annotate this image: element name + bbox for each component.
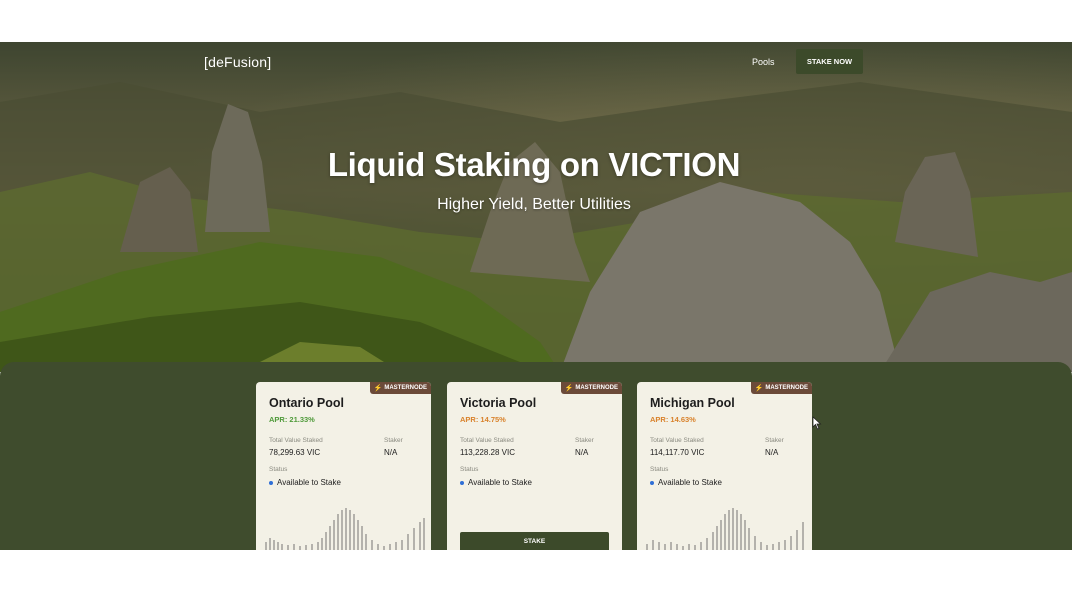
status-label: Status	[269, 466, 288, 473]
tvs-label: Total Value Staked	[460, 437, 514, 444]
tvs-label: Total Value Staked	[650, 437, 704, 444]
pool-name: Victoria Pool	[460, 396, 537, 410]
lightning-icon: ⚡	[373, 385, 383, 392]
status-value: Available to Stake	[460, 478, 532, 487]
lightning-icon: ⚡	[564, 385, 574, 392]
badge-label: MASTERNODE	[575, 385, 618, 391]
stake-now-button[interactable]: STAKE NOW	[796, 49, 863, 74]
badge-label: MASTERNODE	[765, 385, 808, 391]
tvs-value: 114,117.70 VIC	[650, 448, 705, 457]
hero-section: [deFusion] Pools STAKE NOW Liquid Stakin…	[0, 42, 1072, 372]
tvs-value: 113,228.28 VIC	[460, 448, 516, 457]
stake-button[interactable]: STAKE	[460, 532, 609, 550]
hero-subtitle: Higher Yield, Better Utilities	[437, 196, 631, 213]
masternode-badge: ⚡ MASTERNODE	[369, 382, 431, 394]
lightning-icon: ⚡	[754, 385, 764, 392]
status-text: Available to Stake	[277, 478, 341, 487]
tvs-label: Total Value Staked	[269, 437, 323, 444]
staker-label: Staker	[765, 437, 784, 444]
pool-activity-sparkline	[265, 508, 425, 550]
status-text: Available to Stake	[658, 478, 722, 487]
hero-title: Liquid Staking on VICTION	[327, 146, 741, 183]
staker-label: Staker	[384, 437, 403, 444]
status-value: Available to Stake	[269, 478, 341, 487]
pools-panel: ⚡ MASTERNODE Ontario Pool APR: 21.33% To…	[0, 362, 1072, 550]
tvs-value: 78,299.63 VIC	[269, 448, 321, 457]
staker-value: N/A	[575, 448, 589, 457]
status-text: Available to Stake	[468, 478, 532, 487]
nav-link-pools[interactable]: Pools	[752, 57, 775, 67]
status-dot-icon	[460, 480, 464, 485]
pool-apr: APR: 14.63%	[650, 415, 696, 424]
masternode-badge: ⚡ MASTERNODE	[560, 382, 622, 394]
staker-label: Staker	[575, 437, 594, 444]
pool-card-michigan[interactable]: ⚡ MASTERNODE Michigan Pool APR: 14.63% T…	[637, 382, 812, 550]
badge-label: MASTERNODE	[384, 385, 427, 391]
mouse-cursor-icon	[812, 416, 822, 430]
pool-apr: APR: 14.75%	[460, 415, 506, 424]
status-dot-icon	[269, 480, 273, 485]
status-label: Status	[650, 466, 669, 473]
pool-card-ontario[interactable]: ⚡ MASTERNODE Ontario Pool APR: 21.33% To…	[256, 382, 431, 550]
page-frame: [deFusion] Pools STAKE NOW Liquid Stakin…	[0, 42, 1072, 550]
brand-logo[interactable]: [deFusion]	[204, 54, 271, 70]
pool-name: Michigan Pool	[650, 396, 735, 410]
status-dot-icon	[650, 480, 654, 485]
status-label: Status	[460, 466, 479, 473]
pool-apr: APR: 21.33%	[269, 415, 315, 424]
pool-activity-sparkline	[646, 508, 804, 550]
pool-card-victoria[interactable]: ⚡ MASTERNODE Victoria Pool APR: 14.75% T…	[447, 382, 622, 550]
masternode-badge: ⚡ MASTERNODE	[750, 382, 812, 394]
staker-value: N/A	[384, 448, 398, 457]
pool-name: Ontario Pool	[269, 396, 344, 410]
staker-value: N/A	[765, 448, 779, 457]
status-value: Available to Stake	[650, 478, 722, 487]
